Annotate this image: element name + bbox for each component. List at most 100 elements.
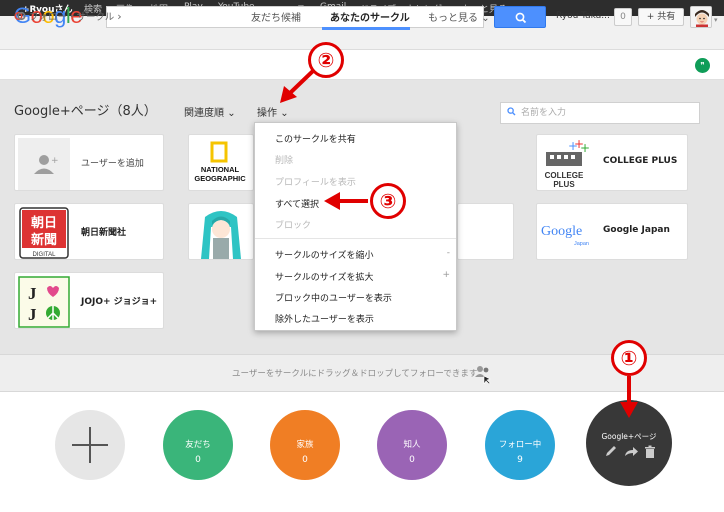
annotation-marker-1: ① bbox=[611, 340, 647, 376]
name-search-input[interactable] bbox=[521, 106, 691, 120]
svg-text:+: + bbox=[51, 156, 59, 166]
tab-more-label: もっと見る bbox=[428, 13, 478, 24]
chevron-down-icon[interactable]: ▾ bbox=[714, 16, 718, 24]
menu-item-shrink-circles[interactable]: サークルのサイズを縮小 bbox=[275, 248, 373, 261]
circle-name: 知人 bbox=[403, 440, 421, 450]
menu-item-shortcut: - bbox=[446, 248, 450, 258]
circle-count: 0 bbox=[302, 455, 308, 465]
page-card-natgeo[interactable]: NATIONAL GEOGRAPHIC bbox=[188, 134, 254, 191]
follow-circles-link[interactable]: フォロー・サークル › bbox=[14, 9, 122, 25]
jojo-logo: J J bbox=[18, 276, 70, 328]
menu-divider bbox=[255, 238, 456, 239]
add-user-card[interactable]: + ユーザーを追加 bbox=[14, 134, 164, 191]
card-label: COLLEGE PLUS bbox=[603, 156, 678, 166]
search-icon bbox=[507, 107, 516, 119]
sort-label: 関連度順 bbox=[184, 108, 224, 119]
user-name[interactable]: Ryou Taka... bbox=[556, 11, 610, 21]
drop-hint: ユーザーをサークルにドラッグ＆ドロップしてフォローできます bbox=[232, 369, 478, 379]
actions-label: 操作 bbox=[257, 108, 277, 119]
circle-actions bbox=[606, 445, 655, 459]
share-button[interactable]: + 共有 bbox=[638, 8, 684, 26]
follow-circles-label: フォロー・サークル bbox=[29, 12, 115, 23]
google-japan-logo: Google Japan bbox=[540, 207, 592, 259]
card-label: ユーザーを追加 bbox=[81, 159, 144, 169]
chevron-down-icon: ⌄ bbox=[280, 108, 289, 119]
menu-item-show-profile[interactable]: プロフィールを表示 bbox=[275, 175, 356, 188]
circles-icon bbox=[14, 10, 26, 25]
menu-item-delete[interactable]: 削除 bbox=[275, 153, 293, 166]
circle-friends[interactable]: 友だち 0 bbox=[163, 410, 233, 480]
card-label: 朝日新聞社 bbox=[81, 228, 127, 238]
sort-dropdown[interactable]: 関連度順 ⌄ bbox=[184, 104, 236, 119]
menu-item-select-all[interactable]: すべて選択 bbox=[275, 197, 319, 210]
asahi-logo-line: DIGITAL bbox=[33, 252, 57, 258]
hangouts-icon[interactable]: ❞ bbox=[695, 58, 710, 73]
natgeo-logo-line: NATIONAL bbox=[201, 165, 240, 174]
chevron-right-icon: › bbox=[117, 10, 122, 23]
actions-dropdown[interactable]: 操作 ⌄ bbox=[257, 104, 289, 119]
drag-people-icon bbox=[474, 364, 492, 388]
page-card-partial[interactable] bbox=[457, 203, 514, 260]
page-title: Google+ページ（8人） bbox=[14, 104, 157, 119]
annotation-marker-3: ③ bbox=[370, 183, 406, 219]
notification-count[interactable]: 0 bbox=[614, 8, 632, 26]
avatar-face-icon bbox=[691, 7, 711, 27]
circle-name: フォロー中 bbox=[498, 440, 542, 450]
chevron-down-icon: ⌄ bbox=[227, 108, 236, 119]
active-tab-indicator bbox=[322, 27, 410, 30]
tab-more[interactable]: もっと見る ⌄ bbox=[428, 9, 490, 24]
circle-following[interactable]: フォロー中 9 bbox=[485, 410, 555, 480]
card-label: Google Japan bbox=[603, 225, 670, 235]
circle-count: 9 bbox=[517, 455, 523, 465]
natgeo-logo-line: GEOGRAPHIC bbox=[194, 174, 246, 183]
menu-item-block[interactable]: ブロック bbox=[275, 218, 311, 231]
jojo-logo-letter: J bbox=[28, 305, 37, 324]
tab-suggestions[interactable]: 友だち候補 bbox=[251, 9, 301, 24]
circle-google-pages[interactable]: Google+ページ bbox=[586, 400, 672, 486]
new-circle-button[interactable] bbox=[55, 410, 125, 480]
college-plus-logo: + + + COLLEGE PLUS bbox=[540, 138, 592, 190]
circle-count: 0 bbox=[409, 455, 415, 465]
college-plus-logo-line: COLLEGE bbox=[545, 171, 584, 180]
menu-item-shortcut: + bbox=[442, 270, 450, 280]
tab-your-circles[interactable]: あなたのサークル bbox=[330, 9, 410, 24]
circle-name: Google+ページ bbox=[601, 432, 657, 441]
college-plus-logo-line: PLUS bbox=[553, 180, 575, 189]
asahi-logo-line: 朝日 bbox=[31, 215, 57, 231]
card-label: JOJO+ ジョジョ+ bbox=[81, 297, 158, 307]
page-card-google-japan[interactable]: Google Japan Google Japan bbox=[536, 203, 688, 260]
circle-name: 家族 bbox=[296, 440, 314, 450]
menu-item-show-blocked[interactable]: ブロック中のユーザーを表示 bbox=[275, 291, 392, 304]
search-button[interactable] bbox=[494, 6, 546, 28]
share-icon[interactable] bbox=[625, 447, 638, 456]
asahi-logo-line: 新聞 bbox=[31, 232, 57, 248]
page-card-asahi[interactable]: 朝日 新聞 DIGITAL 朝日新聞社 bbox=[14, 203, 164, 260]
menu-item-show-ignored[interactable]: 除外したユーザーを表示 bbox=[275, 312, 374, 325]
circle-family[interactable]: 家族 0 bbox=[270, 410, 340, 480]
menu-item-enlarge-circles[interactable]: サークルのサイズを拡大 bbox=[275, 270, 373, 283]
annotation-marker-2: ② bbox=[308, 42, 344, 78]
plus-icon bbox=[72, 427, 108, 463]
name-search-field[interactable] bbox=[500, 102, 700, 124]
search-icon bbox=[515, 12, 527, 24]
circle-name: 友だち bbox=[185, 440, 211, 450]
chevron-down-icon: ⌄ bbox=[481, 13, 490, 24]
menu-item-share-circle[interactable]: このサークルを共有 bbox=[275, 132, 356, 145]
asahi-logo: 朝日 新聞 DIGITAL bbox=[18, 207, 70, 259]
page-card-miku[interactable] bbox=[188, 203, 254, 260]
natgeo-logo: NATIONAL GEOGRAPHIC bbox=[191, 138, 251, 190]
google-japan-logo-subtext: Japan bbox=[574, 241, 589, 247]
miku-image bbox=[191, 207, 251, 259]
avatar[interactable] bbox=[690, 6, 712, 28]
jojo-logo-letter: J bbox=[28, 284, 37, 303]
circle-count: 0 bbox=[195, 455, 201, 465]
circle-acquaintances[interactable]: 知人 0 bbox=[377, 410, 447, 480]
actions-menu: このサークルを共有 削除 プロフィールを表示 すべて選択 ブロック サークルのサ… bbox=[254, 122, 457, 331]
page-card-jojo[interactable]: J J JOJO+ ジョジョ+ bbox=[14, 272, 164, 329]
page-card-college-plus[interactable]: + + + COLLEGE PLUS COLLEGE PLUS bbox=[536, 134, 688, 191]
sub-navigation bbox=[0, 50, 724, 80]
add-user-icon: + bbox=[18, 138, 70, 190]
google-japan-logo-wordmark: Google bbox=[541, 224, 582, 239]
edit-icon[interactable] bbox=[606, 446, 616, 456]
trash-icon[interactable] bbox=[645, 445, 655, 459]
